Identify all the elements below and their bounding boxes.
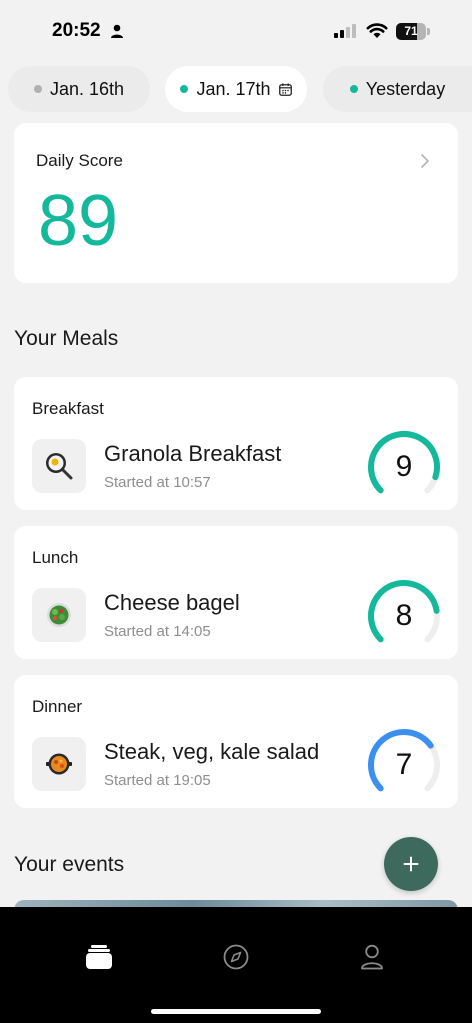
meal-card-breakfast[interactable]: Breakfast Granola Breakfast Started at 1…: [14, 377, 458, 510]
add-button[interactable]: [384, 837, 438, 891]
status-dot: [349, 85, 358, 93]
date-tab-label: Jan. 16th: [49, 78, 125, 99]
meal-start-time: Started at 10:57: [104, 474, 211, 491]
daily-score-value: 89: [38, 181, 119, 261]
meal-card-lunch[interactable]: Lunch Cheese bagel Started at 14:05 8: [14, 526, 458, 659]
meal-name: Cheese bagel: [104, 590, 240, 615]
meal-thumbnail: [32, 737, 86, 791]
salad-bowl-icon: [47, 603, 71, 627]
nav-tab-explore[interactable]: [216, 937, 256, 977]
date-tab-yesterday[interactable]: Yesterday: [323, 66, 472, 112]
nav-tab-home[interactable]: [79, 937, 119, 977]
date-tab-label: Yesterday: [365, 78, 446, 99]
meals-section-title: Your Meals: [14, 327, 119, 350]
meal-start-time: Started at 14:05: [104, 623, 211, 640]
cellular-signal-icon: [334, 24, 356, 38]
battery-percentage: 71: [404, 24, 418, 38]
date-tab-jan-16[interactable]: Jan. 16th: [8, 66, 150, 112]
meal-thumbnail: [32, 439, 86, 493]
status-dot: [180, 85, 189, 93]
profile-icon: [361, 944, 383, 970]
person-icon: [111, 24, 123, 38]
bottom-navigation: [0, 907, 472, 1023]
wifi-icon: [366, 23, 388, 38]
daily-score-label: Daily Score: [36, 151, 123, 170]
meal-score-value: 8: [395, 599, 413, 632]
meal-type-label: Dinner: [32, 697, 83, 716]
calendar-icon: [278, 83, 292, 96]
home-indicator: [151, 1009, 321, 1014]
meal-thumbnail: [32, 588, 86, 642]
date-tab-label: Jan. 17th: [196, 78, 271, 99]
meal-start-time: Started at 19:05: [104, 772, 211, 789]
chevron-right-icon: [421, 154, 429, 168]
meal-type-label: Breakfast: [32, 399, 104, 418]
events-section-title: Your events: [14, 853, 125, 876]
meal-name: Steak, veg, kale salad: [104, 739, 320, 764]
status-bar: 20:52 71: [0, 0, 472, 62]
meal-score-value: 7: [395, 748, 413, 781]
battery-indicator: 71: [396, 23, 430, 40]
status-dot: [33, 85, 42, 93]
plus-icon: [403, 856, 419, 872]
meal-score-value: 9: [395, 450, 413, 483]
frying-pan-egg-icon: [46, 453, 73, 480]
date-tab-jan-17[interactable]: Jan. 17th: [165, 66, 307, 112]
cards-icon: [86, 945, 112, 969]
meal-name: Granola Breakfast: [104, 441, 282, 466]
nav-tab-profile[interactable]: [352, 937, 392, 977]
paella-pan-icon: [46, 753, 72, 775]
meal-type-label: Lunch: [32, 548, 79, 567]
compass-icon: [223, 944, 249, 970]
status-time: 20:52: [52, 20, 101, 41]
meal-card-dinner[interactable]: Dinner Steak, veg, kale salad Started at…: [14, 675, 458, 808]
daily-score-card[interactable]: Daily Score 89: [14, 123, 458, 283]
